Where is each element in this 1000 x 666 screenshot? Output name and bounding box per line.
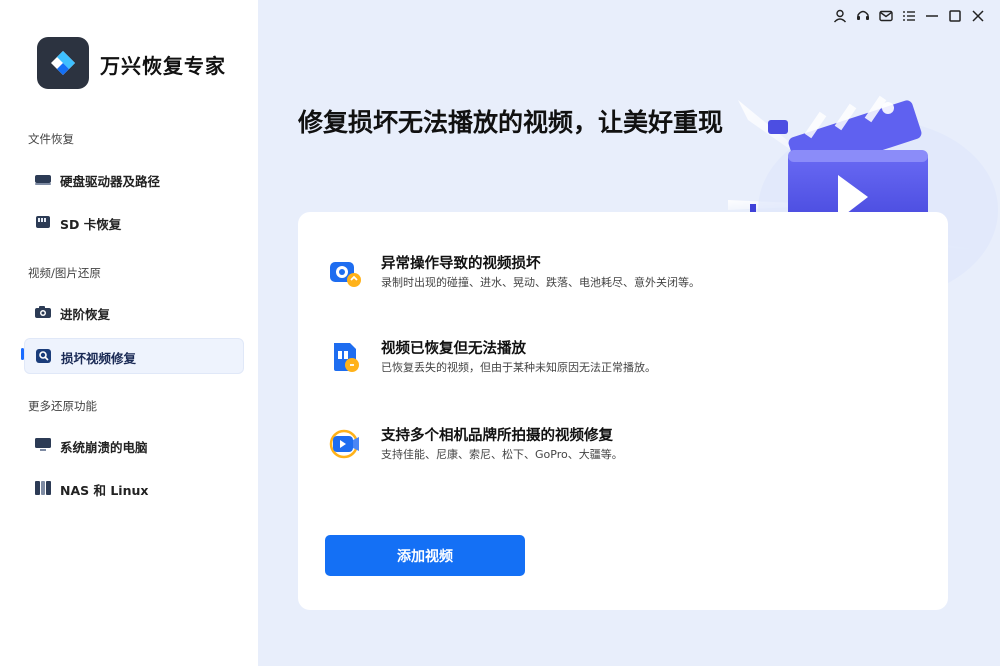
sidebar-item-sd-card[interactable]: SD 卡恢复 <box>24 205 242 239</box>
feature-desc: 录制时出现的碰撞、进水、晃动、跌落、电池耗尽、意外关闭等。 <box>381 276 700 289</box>
hard-drive-icon <box>34 171 52 187</box>
feature-title: 视频已恢复但无法播放 <box>381 341 526 357</box>
app-title: 万兴恢复专家 <box>100 54 226 78</box>
menu-icon[interactable] <box>900 6 917 26</box>
sidebar-item-label: 进阶恢复 <box>60 307 111 322</box>
sidebar-item-nas-linux[interactable]: NAS 和 Linux <box>24 471 242 505</box>
section-title-file-recovery: 文件恢复 <box>28 132 74 146</box>
sidebar-item-advanced-recovery[interactable]: 进阶恢复 <box>24 295 242 329</box>
sidebar-item-hard-drive[interactable]: 硬盘驱动器及路径 <box>24 162 242 196</box>
sidebar-item-crashed-computer[interactable]: 系统崩溃的电脑 <box>24 428 242 462</box>
maximize-icon[interactable] <box>946 6 963 26</box>
mail-icon[interactable] <box>877 6 894 26</box>
camera-icon <box>34 304 52 320</box>
feature-item-recovered-unplayable: 视频已恢复但无法播放 已恢复丢失的视频，但由于某种未知原因无法正常播放。 <box>328 337 928 381</box>
sidebar-item-label: SD 卡恢复 <box>60 217 122 232</box>
section-title-more-features: 更多还原功能 <box>28 399 97 413</box>
app-logo <box>37 37 89 89</box>
video-camera-icon <box>328 426 364 462</box>
feature-desc: 支持佳能、尼康、索尼、松下、GoPro、大疆等。 <box>381 448 623 461</box>
sidebar-item-label: NAS 和 Linux <box>60 483 149 498</box>
sidebar: 万兴恢复专家 文件恢复 硬盘驱动器及路径 SD 卡恢复 视频/图片还原 进阶恢复 <box>0 0 258 666</box>
sidebar-item-label: 硬盘驱动器及路径 <box>60 174 161 189</box>
sidebar-item-label: 损坏视频修复 <box>61 351 137 366</box>
video-repair-icon <box>35 348 53 364</box>
window-controls <box>831 6 986 26</box>
section-title-video-photo: 视频/图片还原 <box>28 266 101 280</box>
feature-item-abnormal-operation: 异常操作导致的视频损坏 录制时出现的碰撞、进水、晃动、跌落、电池耗尽、意外关闭等… <box>328 252 928 296</box>
camera-damage-icon <box>328 254 364 290</box>
feature-item-camera-brands: 支持多个相机品牌所拍摄的视频修复 支持佳能、尼康、索尼、松下、GoPro、大疆等… <box>328 424 928 468</box>
close-icon[interactable] <box>969 6 986 26</box>
video-file-icon <box>328 339 364 375</box>
sd-card-icon <box>34 214 52 230</box>
page-headline: 修复损坏无法播放的视频，让美好重现 <box>298 108 724 137</box>
add-video-button[interactable]: 添加视频 <box>325 535 525 576</box>
feature-desc: 已恢复丢失的视频，但由于某种未知原因无法正常播放。 <box>381 361 656 374</box>
minimize-icon[interactable] <box>923 6 940 26</box>
feature-card: 异常操作导致的视频损坏 录制时出现的碰撞、进水、晃动、跌落、电池耗尽、意外关闭等… <box>298 212 948 610</box>
sidebar-item-label: 系统崩溃的电脑 <box>60 440 148 455</box>
nas-icon <box>34 480 52 496</box>
app-window: 万兴恢复专家 文件恢复 硬盘驱动器及路径 SD 卡恢复 视频/图片还原 进阶恢复 <box>0 0 1000 666</box>
feature-title: 异常操作导致的视频损坏 <box>381 256 541 272</box>
main-panel: 修复损坏无法播放的视频，让美好重现 异常操作导致的视频损坏 录制时出现的碰撞、进… <box>258 0 1000 666</box>
account-icon[interactable] <box>831 6 848 26</box>
feature-title: 支持多个相机品牌所拍摄的视频修复 <box>381 428 613 444</box>
monitor-icon <box>34 437 52 453</box>
support-icon[interactable] <box>854 6 871 26</box>
sidebar-item-video-repair[interactable]: 损坏视频修复 <box>24 338 244 374</box>
